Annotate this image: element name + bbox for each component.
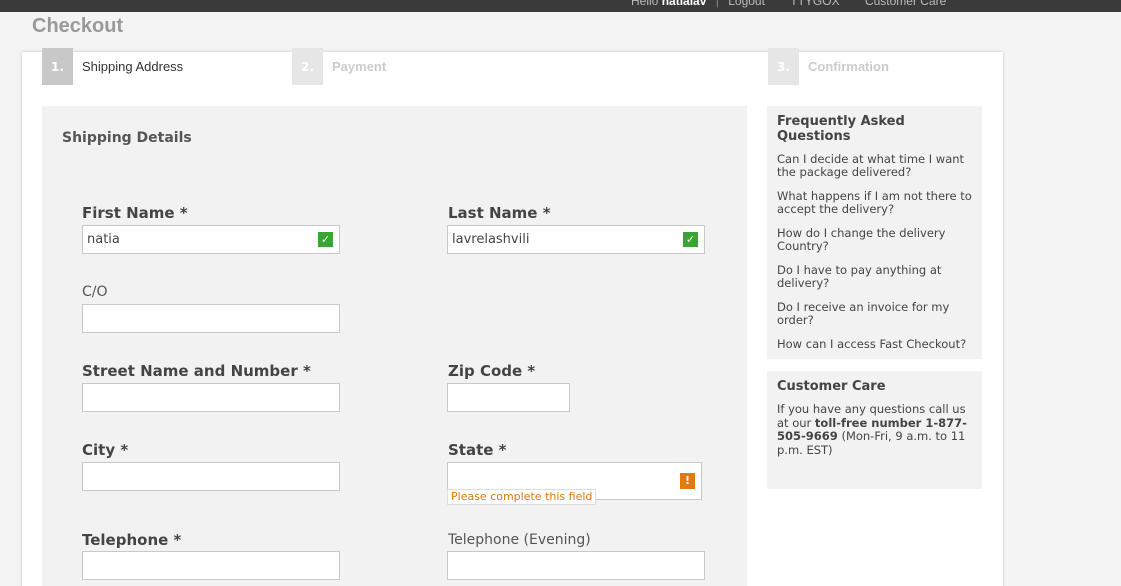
city-field[interactable] [82,462,340,491]
faq-title: Frequently Asked Questions [777,114,905,144]
customer-care-link[interactable]: Customer Care [865,0,946,8]
street-label: Street Name and Number * [82,362,311,380]
step-number: 1. [42,48,73,85]
checkout-panel: 1. Shipping Address 2. Payment 3. Confir… [22,48,1003,586]
top-bar: Hello natialav | Logout TTYGOX Customer … [0,0,1121,12]
state-label: State * [448,441,507,459]
first-name-value: natia [87,232,120,247]
step-shipping-address[interactable]: 1. Shipping Address [42,48,183,85]
top-link[interactable]: TTYGOX [790,0,839,8]
co-field[interactable] [82,304,340,333]
customer-care-text: If you have any questions call us at our… [777,402,972,457]
check-icon: ✓ [318,232,333,247]
step-label: Shipping Address [82,59,184,74]
faq-item[interactable]: How do I change the delivery Country? [777,227,972,253]
section-title: Shipping Details [62,130,192,146]
faq-box: Frequently Asked Questions Can I decide … [767,106,982,359]
step-number: 2. [292,48,323,85]
last-name-field[interactable]: lavrelashvili ✓ [447,225,705,254]
zip-label: Zip Code * [448,362,536,380]
warning-icon: ! [680,473,695,489]
telephone-evening-label: Telephone (Evening) [448,532,591,548]
state-error-message: Please complete this field [447,489,597,505]
shipping-form: Shipping Details First Name * natia ✓ La… [42,106,747,586]
faq-item[interactable]: What happens if I am not there to accept… [777,190,972,216]
telephone-label: Telephone * [82,531,182,549]
check-icon: ✓ [683,232,698,247]
co-label: C/O [82,284,108,300]
page-title: Checkout [32,15,124,37]
greeting: Hello [631,0,659,8]
step-label: Payment [332,59,387,74]
logout-link[interactable]: Logout [728,0,765,8]
customer-care-box: Customer Care If you have any questions … [767,371,982,489]
last-name-value: lavrelashvili [452,232,530,247]
street-field[interactable] [82,383,340,412]
separator: | [715,0,719,8]
step-payment[interactable]: 2. Payment [292,48,386,85]
last-name-label: Last Name * [448,204,551,222]
step-number: 3. [768,48,799,85]
zip-field[interactable] [447,383,570,412]
faq-item[interactable]: How can I access Fast Checkout? [777,338,972,351]
username: natialav [661,0,707,8]
first-name-field[interactable]: natia ✓ [82,225,340,254]
telephone-evening-field[interactable] [447,551,705,580]
customer-care-title: Customer Care [777,379,886,394]
step-confirmation[interactable]: 3. Confirmation [768,48,889,85]
faq-item[interactable]: Do I have to pay anything at delivery? [777,264,972,290]
step-label: Confirmation [808,59,889,74]
faq-item[interactable]: Do I receive an invoice for my order? [777,301,972,327]
city-label: City * [82,441,129,459]
telephone-field[interactable] [82,551,340,580]
faq-item[interactable]: Can I decide at what time I want the pac… [777,153,972,179]
first-name-label: First Name * [82,204,188,222]
